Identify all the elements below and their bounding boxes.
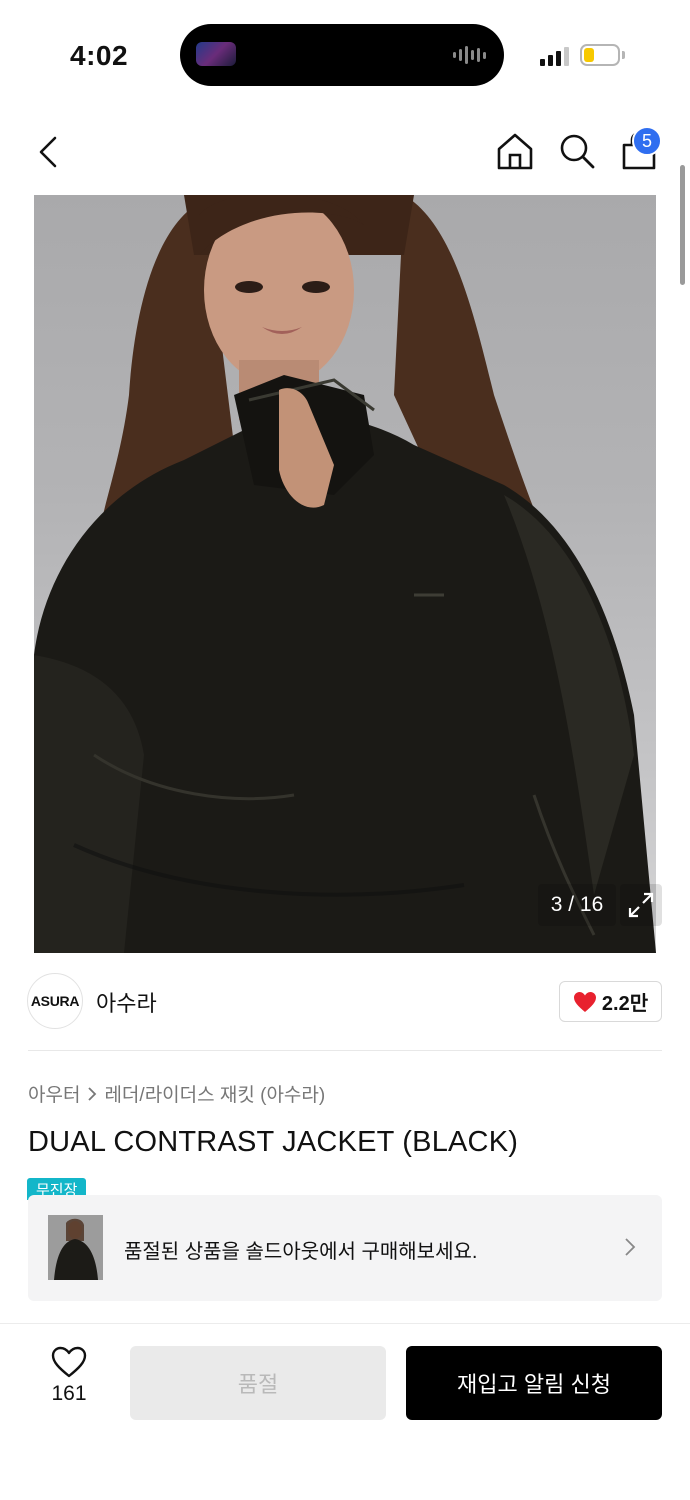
cart-count-badge: 5 bbox=[632, 126, 662, 156]
breadcrumb: 아우터 레더/라이더스 재킷 (아수라) bbox=[28, 1080, 325, 1107]
search-icon bbox=[560, 134, 595, 169]
heart-filled-icon bbox=[573, 991, 596, 1012]
soldout-message: 품절된 상품을 솔드아웃에서 구매해보세요. bbox=[124, 1241, 478, 1263]
image-counter: 3 / 16 bbox=[538, 884, 616, 926]
bottom-bar-divider bbox=[0, 1323, 690, 1324]
audio-waveform-icon bbox=[453, 45, 486, 65]
back-arrow-icon bbox=[39, 136, 57, 168]
breadcrumb-category[interactable]: 아우터 bbox=[28, 1080, 80, 1107]
chevron-right-icon bbox=[88, 1086, 97, 1101]
soldout-product-thumbnail bbox=[48, 1215, 103, 1280]
status-time: 4:02 bbox=[70, 40, 129, 71]
brand-like-count: 2.2만 bbox=[601, 993, 649, 1015]
top-nav: 5 bbox=[0, 110, 690, 194]
product-title: DUAL CONTRAST JACKET (BLACK) bbox=[28, 1126, 519, 1158]
battery-cap bbox=[622, 51, 625, 59]
scrollbar[interactable] bbox=[680, 165, 685, 285]
expand-image-button[interactable] bbox=[620, 884, 662, 926]
chevron-right-icon bbox=[625, 1238, 636, 1256]
status-bar: 4:02 bbox=[0, 0, 690, 110]
wishlist-button[interactable]: 161 bbox=[38, 1346, 100, 1418]
brand-like-button[interactable]: 2.2만 bbox=[559, 981, 662, 1022]
wishlist-count: 161 bbox=[51, 1382, 87, 1405]
back-button[interactable] bbox=[26, 130, 70, 174]
breadcrumb-subcategory[interactable]: 레더/라이더스 재킷 (아수라) bbox=[104, 1080, 325, 1107]
now-playing-thumbnail bbox=[196, 42, 236, 66]
product-photo bbox=[34, 195, 656, 953]
divider bbox=[28, 1050, 662, 1051]
restock-alert-button[interactable]: 재입고 알림 신청 bbox=[406, 1346, 662, 1420]
soldout-banner[interactable]: 품절된 상품을 솔드아웃에서 구매해보세요. bbox=[28, 1195, 662, 1301]
battery-icon bbox=[580, 44, 620, 66]
heart-outline-icon bbox=[51, 1346, 87, 1378]
brand-logo[interactable]: ASURA bbox=[27, 973, 83, 1029]
brand-name[interactable]: 아수라 bbox=[96, 986, 157, 1018]
soldout-button: 품절 bbox=[130, 1346, 386, 1420]
home-button[interactable] bbox=[492, 128, 538, 174]
product-image-gallery[interactable] bbox=[34, 195, 656, 953]
expand-icon bbox=[628, 892, 654, 918]
cellular-signal-icon bbox=[540, 46, 569, 66]
home-icon bbox=[497, 133, 533, 170]
dynamic-island bbox=[180, 24, 504, 86]
search-button[interactable] bbox=[554, 128, 600, 174]
